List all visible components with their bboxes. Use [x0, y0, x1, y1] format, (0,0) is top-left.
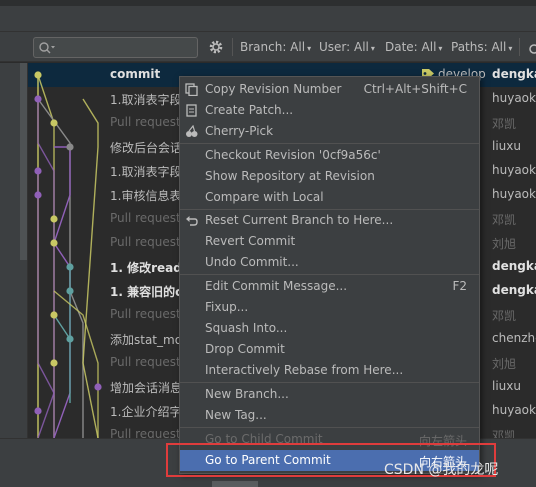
- menu-create-patch[interactable]: Create Patch...: [180, 100, 479, 121]
- commit-author: huyaok: [492, 403, 536, 417]
- horizontal-scrollbar[interactable]: [212, 481, 258, 487]
- gutter-scroll-marker: [20, 63, 27, 260]
- commit-author: huyaok: [492, 187, 536, 201]
- menu-cherry-pick[interactable]: Cherry-Pick: [180, 121, 479, 142]
- menu-separator: [180, 427, 479, 428]
- commit-author: liuxu: [492, 139, 521, 153]
- commit-author: dengka: [492, 67, 536, 81]
- commit-author: chenzhe: [492, 331, 536, 345]
- undo-icon: [186, 216, 198, 226]
- menu-undo-commit[interactable]: Undo Commit...: [180, 252, 479, 273]
- menu-squash-into[interactable]: Squash Into...: [180, 318, 479, 339]
- window-top-strip: [0, 0, 536, 32]
- menu-checkout-revision[interactable]: Checkout Revision '0cf9a56c': [180, 145, 479, 166]
- date-filter[interactable]: Date: All ▾: [385, 40, 442, 54]
- commit-author: dengka: [492, 283, 536, 297]
- patch-icon: [186, 104, 197, 117]
- menu-revert-commit[interactable]: Revert Commit: [180, 231, 479, 252]
- menu-separator: [180, 274, 479, 275]
- user-filter[interactable]: User: All ▾: [319, 40, 375, 54]
- cherry-pick-icon[interactable]: [527, 40, 536, 54]
- menu-fixup[interactable]: Fixup...: [180, 297, 479, 318]
- cherry-icon: [186, 125, 198, 137]
- commit-author: 邓凯: [492, 309, 517, 323]
- commit-author: huyaok: [492, 91, 536, 105]
- title-band: [0, 0, 536, 6]
- toolbar-separator: [232, 38, 233, 56]
- commit-author: huyaok: [492, 163, 536, 177]
- copy-icon: [185, 83, 198, 96]
- toolbar-separator: [519, 38, 520, 56]
- gear-icon[interactable]: [208, 39, 224, 55]
- menu-new-branch[interactable]: New Branch...: [180, 384, 479, 405]
- menu-reset-branch[interactable]: Reset Current Branch to Here...: [180, 210, 479, 231]
- paths-filter[interactable]: Paths: All ▾: [451, 40, 512, 54]
- menu-compare-with-local[interactable]: Compare with Local: [180, 187, 479, 208]
- search-icon: [39, 42, 55, 54]
- commit-graph: [34, 71, 102, 438]
- watermark: CSDN @我的龙呢: [384, 462, 499, 478]
- menu-edit-commit-message[interactable]: Edit Commit Message... F2: [180, 276, 479, 297]
- commit-author: 邓凯: [492, 213, 517, 227]
- commit-author: 刘旭: [492, 237, 517, 251]
- menu-separator: [180, 143, 479, 144]
- menu-separator: [180, 382, 479, 383]
- commit-author: liuxu: [492, 379, 521, 393]
- branch-filter[interactable]: Branch: All ▾: [240, 40, 311, 54]
- left-gutter: [0, 63, 28, 438]
- menu-show-repository[interactable]: Show Repository at Revision: [180, 166, 479, 187]
- log-toolbar: Branch: All ▾ User: All ▾ Date: All ▾ Paths…: [0, 32, 536, 62]
- commit-context-menu: Copy Revision Number Ctrl+Alt+Shift+C Cr…: [179, 76, 480, 474]
- commit-author: 邓凯: [492, 117, 517, 131]
- commit-author: 刘旭: [492, 357, 517, 371]
- menu-interactive-rebase[interactable]: Interactively Rebase from Here...: [180, 360, 479, 381]
- search-input[interactable]: [33, 37, 198, 58]
- menu-new-tag[interactable]: New Tag...: [180, 405, 479, 426]
- commit-author: dengka: [492, 259, 536, 273]
- menu-drop-commit[interactable]: Drop Commit: [180, 339, 479, 360]
- menu-copy-revision-number[interactable]: Copy Revision Number Ctrl+Alt+Shift+C: [180, 79, 479, 100]
- commit-author: 邓凯: [492, 429, 517, 438]
